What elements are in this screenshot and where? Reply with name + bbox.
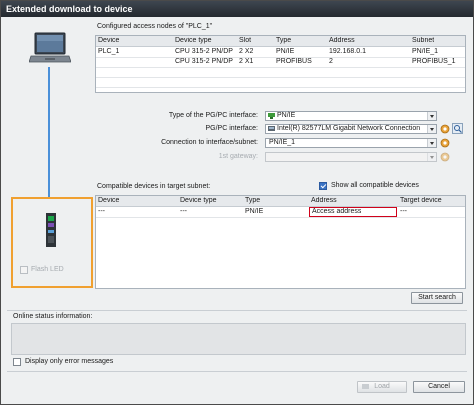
flash-led-checkbox	[20, 266, 28, 274]
cell-type: PN/IE	[245, 208, 264, 215]
plc-device-icon	[45, 213, 57, 247]
col-device-type[interactable]: Device type	[175, 37, 212, 44]
config-nodes-heading: Configured access nodes of "PLC_1"	[97, 23, 213, 30]
cell-address: Access address	[312, 208, 362, 215]
diagnostics-icon[interactable]	[452, 123, 463, 134]
pgpc-iface-select[interactable]: Intel(R) 82577LM Gigabit Network Connect…	[265, 124, 437, 134]
chevron-down-icon[interactable]	[427, 125, 436, 133]
config-nodes-table: Device Device type Slot Type Address Sub…	[95, 35, 466, 93]
window-title: Extended download to device	[1, 1, 473, 17]
cell-address: 2	[329, 58, 333, 65]
separator	[7, 371, 467, 372]
properties-icon[interactable]	[440, 124, 450, 134]
chevron-down-icon	[427, 153, 436, 161]
row-divider	[96, 87, 465, 88]
col-type[interactable]: Type	[245, 197, 260, 204]
connection-line	[48, 67, 50, 214]
status-label: Online status information:	[13, 313, 93, 320]
gateway-select	[265, 152, 437, 162]
cell-type: PROFIBUS	[276, 58, 312, 65]
table-row[interactable]: --- --- PN/IE Access address ---	[96, 207, 465, 217]
cell-slot: 2 X1	[239, 58, 254, 65]
start-search-button[interactable]: Start search	[411, 292, 463, 304]
cell-target-device: ---	[400, 208, 407, 215]
cell-device-type: ---	[180, 208, 187, 215]
pgpc-type-label: Type of the PG/PC interface:	[168, 112, 258, 119]
col-type[interactable]: Type	[276, 37, 291, 44]
pgpc-iface-label: PG/PC interface:	[205, 125, 258, 132]
cell-device: ---	[98, 208, 105, 215]
target-device-panel: Flash LED	[11, 197, 93, 288]
col-slot[interactable]: Slot	[239, 37, 251, 44]
network-card-icon	[268, 126, 275, 132]
compatible-header: Device Device type Type Address Target d…	[96, 196, 465, 207]
error-only-checkbox[interactable]	[13, 358, 21, 366]
cell-device-type: CPU 315-2 PN/DP	[175, 58, 233, 65]
cell-device: PLC_1	[98, 48, 120, 55]
cell-subnet: PROFIBUS_1	[412, 58, 456, 65]
network-port-icon	[268, 113, 275, 119]
col-device-type[interactable]: Device type	[180, 197, 217, 204]
flash-led-label: Flash LED	[31, 266, 64, 273]
table-row[interactable]: PLC_1 CPU 315-2 PN/DP 2 X2 PN/IE 192.168…	[96, 47, 465, 57]
laptop-icon	[28, 32, 72, 70]
cell-subnet: PN/IE_1	[412, 48, 439, 55]
row-divider	[96, 77, 465, 78]
pgpc-iface-value: Intel(R) 82577LM Gigabit Network Connect…	[277, 125, 421, 132]
conn-select[interactable]: PN/IE_1	[265, 138, 437, 148]
load-label: Load	[374, 383, 390, 390]
pgpc-type-select[interactable]: PN/IE	[265, 111, 437, 121]
conn-value: PN/IE_1	[269, 139, 296, 146]
dialog-client-area: Configured access nodes of "PLC_1" Devic…	[1, 17, 473, 404]
compatible-heading: Compatible devices in target subnet:	[97, 183, 211, 190]
cancel-button[interactable]: Cancel	[413, 381, 465, 393]
cell-address: 192.168.0.1	[329, 48, 366, 55]
col-address[interactable]: Address	[311, 197, 337, 204]
cell-device-type: CPU 315-2 PN/DP	[175, 48, 233, 55]
compatible-devices-table: Device Device type Type Address Target d…	[95, 195, 466, 289]
col-subnet[interactable]: Subnet	[412, 37, 434, 44]
table-row[interactable]: CPU 315-2 PN/DP 2 X1 PROFIBUS 2 PROFIBUS…	[96, 57, 465, 67]
dialog-window: Extended download to device Configured a…	[0, 0, 474, 405]
status-output-area[interactable]	[11, 323, 466, 355]
row-divider	[96, 217, 465, 218]
cell-slot: 2 X2	[239, 48, 254, 55]
load-icon	[362, 383, 369, 390]
error-only-label[interactable]: Display only error messages	[25, 358, 113, 365]
col-address[interactable]: Address	[329, 37, 355, 44]
access-address-cell[interactable]: Access address	[309, 207, 397, 217]
config-nodes-header: Device Device type Slot Type Address Sub…	[96, 36, 465, 47]
pgpc-type-value: PN/IE	[277, 112, 296, 119]
col-device[interactable]: Device	[98, 197, 119, 204]
show-all-label[interactable]: Show all compatible devices	[331, 182, 419, 189]
chevron-down-icon[interactable]	[427, 112, 436, 120]
properties-icon	[440, 152, 450, 162]
load-button: Load	[357, 381, 407, 393]
chevron-down-icon[interactable]	[427, 139, 436, 147]
show-all-checkbox[interactable]	[319, 182, 327, 190]
col-target-device[interactable]: Target device	[400, 197, 442, 204]
separator	[7, 310, 467, 311]
gateway-label: 1st gateway:	[218, 153, 258, 160]
col-device[interactable]: Device	[98, 37, 119, 44]
conn-label: Connection to interface/subnet:	[161, 139, 258, 146]
properties-icon[interactable]	[440, 138, 450, 148]
cell-type: PN/IE	[276, 48, 295, 55]
row-divider	[96, 67, 465, 68]
